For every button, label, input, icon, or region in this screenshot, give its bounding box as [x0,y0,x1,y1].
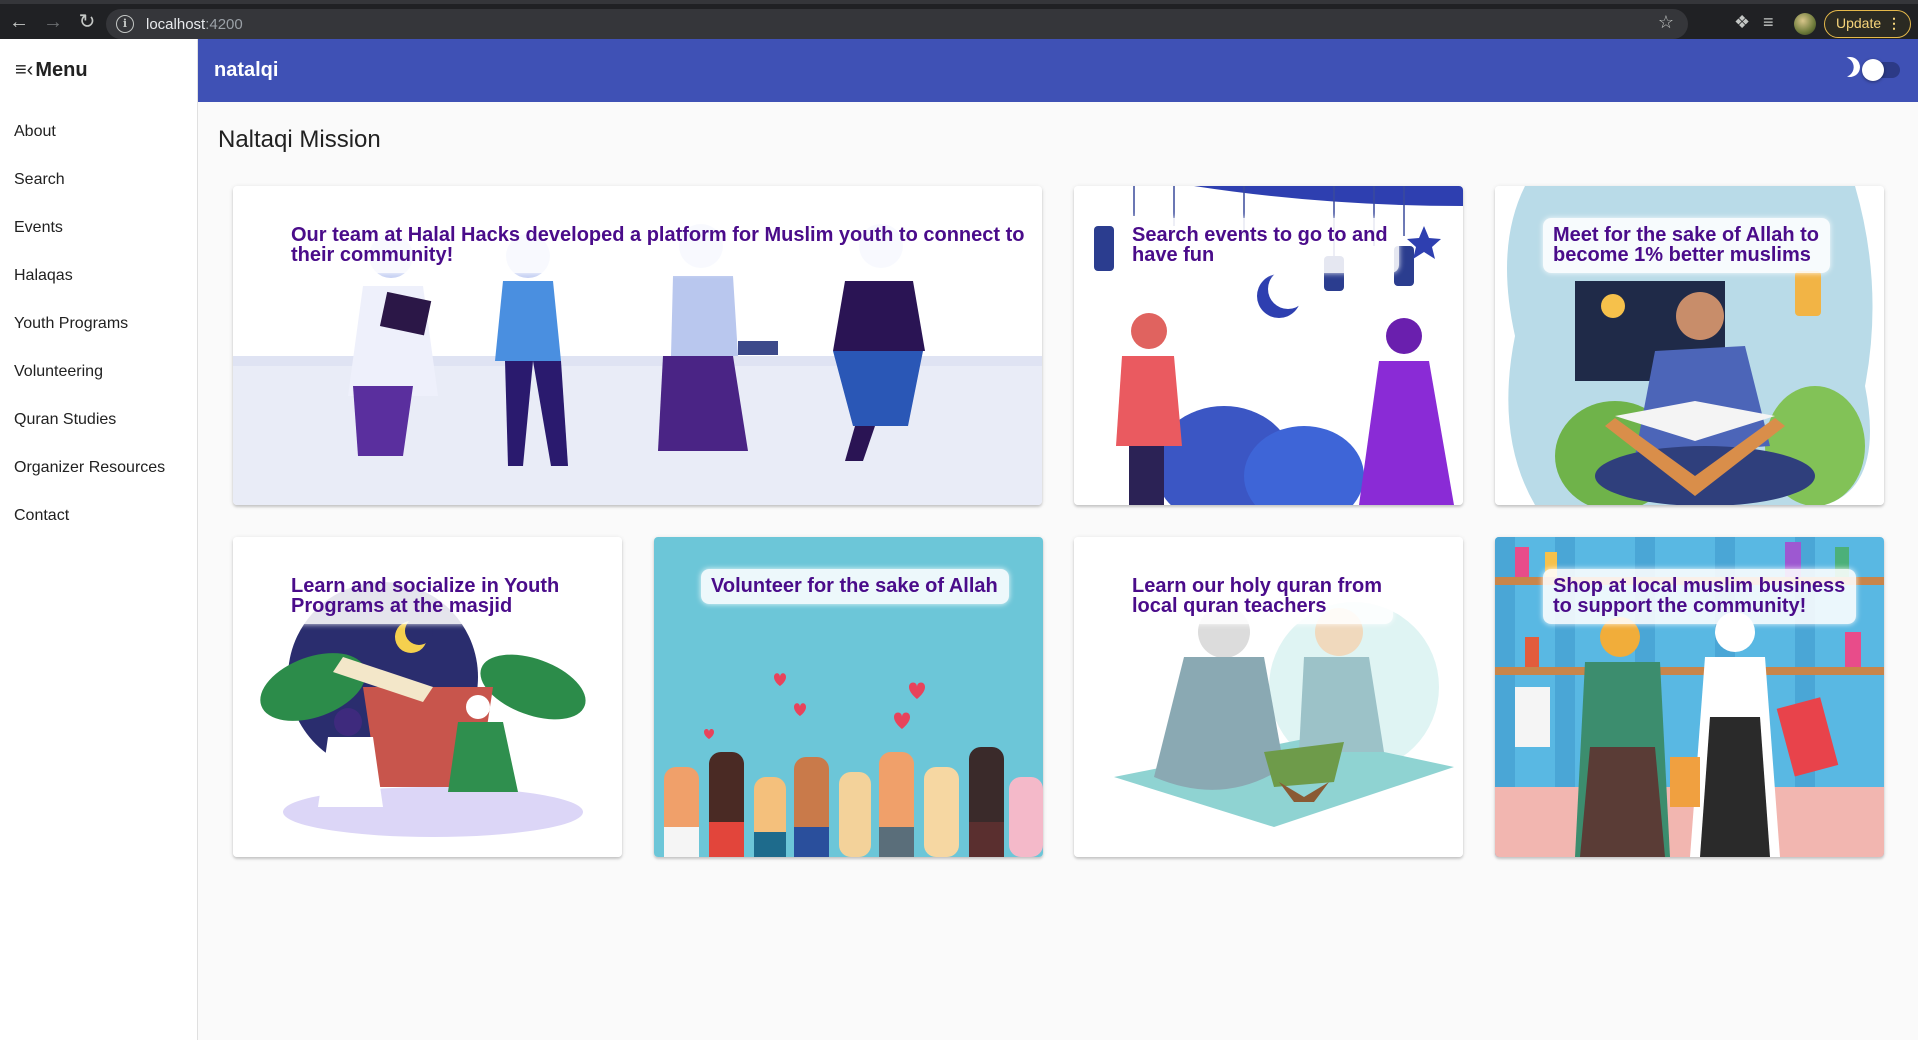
caption-line: to support the community! [1553,595,1807,617]
sidebar-item-organizer-resources[interactable]: Organizer Resources [14,455,165,503]
app-title[interactable]: natalqi [214,59,278,82]
toggle-knob[interactable] [1862,59,1884,81]
sidebar: ≡‹ Menu About Search Events Halaqas Yout… [0,39,198,1040]
card-caption: Search events to go to and have fun [1122,218,1399,273]
site-info-icon[interactable]: i [116,15,134,33]
sidebar-item-youth-programs[interactable]: Youth Programs [14,311,165,359]
caption-line: local quran teachers [1132,595,1327,617]
mission-card-volunteering[interactable]: Volunteer for the sake of Allah [654,537,1043,857]
forward-arrow-icon[interactable]: → [38,7,68,37]
sidebar-item-volunteering[interactable]: Volunteering [14,359,165,407]
sidebar-item-quran-studies[interactable]: Quran Studies [14,407,165,455]
card-caption: Learn and socialize in Youth Programs at… [281,569,571,624]
reload-icon[interactable]: ↻ [72,7,102,37]
more-vert-icon: ⋮ [1887,15,1901,31]
dark-mode-toggle[interactable] [1862,59,1900,81]
sidebar-item-contact[interactable]: Contact [14,503,165,551]
caption-line: Meet for the sake of Allah to [1553,224,1819,246]
caption-line: Learn and socialize in Youth [291,575,560,597]
mission-card-youth-programs[interactable]: Learn and socialize in Youth Programs at… [233,537,622,857]
sidebar-item-halaqas[interactable]: Halaqas [14,263,165,311]
mission-card-halaqas[interactable]: Meet for the sake of Allah to become 1% … [1495,186,1884,505]
mission-card-events[interactable]: Search events to go to and have fun [1074,186,1463,505]
mission-card-community[interactable]: Our team at Halal Hacks developed a plat… [233,186,1042,505]
sidebar-item-events[interactable]: Events [14,215,165,263]
bookmark-star-icon[interactable]: ☆ [1658,12,1674,33]
profile-avatar[interactable] [1794,13,1816,35]
moon-icon [1837,54,1863,80]
caption-line: Search events to go to and [1132,224,1388,246]
menu-open-icon[interactable]: ≡‹ [15,59,33,82]
page-title: Naltaqi Mission [218,126,381,153]
menu-title: Menu [35,59,88,81]
app-toolbar: natalqi [198,39,1918,102]
card-caption: Learn our holy quran from local quran te… [1122,569,1394,624]
caption-line: Volunteer for the sake of Allah [711,575,998,597]
address-url[interactable]: localhost:4200 [146,16,243,33]
update-button[interactable]: Update ⋮ [1824,10,1911,38]
main-content: Naltaqi Mission Our team at Halal Hacks … [198,102,1918,1040]
caption-line: Learn our holy quran from [1132,575,1383,597]
extensions-puzzle-icon[interactable]: ❖ [1734,12,1750,33]
menu-toggle[interactable]: ≡‹ Menu [15,59,88,82]
sidebar-item-about[interactable]: About [14,119,165,167]
card-caption: Meet for the sake of Allah to become 1% … [1543,218,1830,273]
sidebar-item-search[interactable]: Search [14,167,165,215]
mission-card-local-business[interactable]: Shop at local muslim business to support… [1495,537,1884,857]
card-caption: Shop at local muslim business to support… [1543,569,1857,624]
mission-card-quran-studies[interactable]: Learn our holy quran from local quran te… [1074,537,1463,857]
caption-line: Shop at local muslim business [1553,575,1846,597]
address-bar[interactable]: i localhost:4200 ☆ [106,9,1688,39]
browser-toolbar: ← → ↻ i localhost:4200 ☆ ❖ ≡ Update ⋮ [0,0,1918,39]
card-caption: Our team at Halal Hacks developed a plat… [281,218,1036,273]
back-arrow-icon[interactable]: ← [4,7,34,37]
sidebar-nav: About Search Events Halaqas Youth Progra… [14,119,165,551]
caption-line: Programs at the masjid [291,595,513,617]
caption-line: become 1% better muslims [1553,244,1811,266]
card-caption: Volunteer for the sake of Allah [701,569,1009,604]
reading-list-icon[interactable]: ≡ [1763,12,1774,33]
caption-line: have fun [1132,244,1215,266]
caption-line: their community! [291,244,454,266]
caption-line: Our team at Halal Hacks developed a plat… [291,224,1025,246]
